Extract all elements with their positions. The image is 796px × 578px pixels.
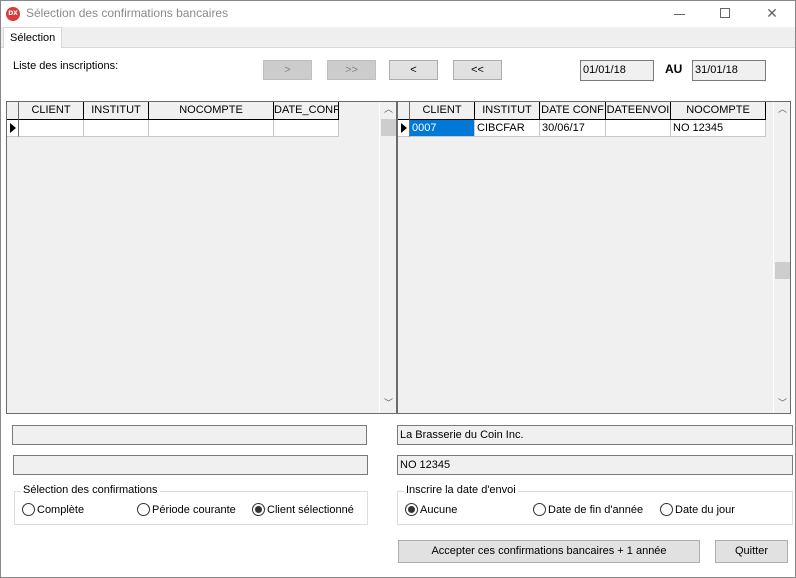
radio-button-icon[interactable] bbox=[533, 503, 546, 516]
client-name-field[interactable]: La Brasserie du Coin Inc. bbox=[397, 425, 793, 445]
confirmations-grid[interactable]: CLIENT INSTITUT DATE CONF DATEENVOI NOCO… bbox=[397, 101, 791, 414]
radio-year-end-date[interactable]: Date de fin d'année bbox=[533, 503, 643, 516]
row-indicator bbox=[7, 120, 19, 137]
column-header[interactable]: NOCOMPTE bbox=[671, 102, 766, 120]
radio-button-icon[interactable] bbox=[252, 503, 265, 516]
table-cell[interactable] bbox=[19, 120, 84, 137]
scroll-up-icon[interactable]: ︿ bbox=[774, 102, 791, 119]
column-header[interactable]: DATE_CONF bbox=[274, 102, 339, 120]
grid-header-row: CLIENT INSTITUT DATE CONF DATEENVOI NOCO… bbox=[398, 102, 766, 120]
quit-button[interactable]: Quitter bbox=[715, 540, 788, 563]
table-cell[interactable] bbox=[149, 120, 274, 137]
app-icon: DX bbox=[6, 7, 20, 21]
radio-current-period[interactable]: Période courante bbox=[137, 503, 236, 516]
table-row[interactable] bbox=[7, 120, 339, 137]
table-cell[interactable] bbox=[84, 120, 149, 137]
radio-button-icon[interactable] bbox=[137, 503, 150, 516]
close-icon: ✕ bbox=[766, 6, 778, 22]
inscriptions-grid[interactable]: CLIENT INSTITUT NOCOMPTE DATE_CONF ︿ ﹀ bbox=[6, 101, 397, 414]
radio-label: Date du jour bbox=[675, 503, 735, 516]
grid-header-row: CLIENT INSTITUT NOCOMPTE DATE_CONF bbox=[7, 102, 339, 120]
date-separator-label: AU bbox=[665, 62, 683, 76]
maximize-button[interactable] bbox=[703, 1, 749, 27]
account-number-field[interactable]: NO 12345 bbox=[397, 455, 793, 475]
title-bar[interactable]: DX Sélection des confirmations bancaires… bbox=[1, 1, 795, 27]
send-date-groupbox: Inscrire la date d'envoi Aucune Date de … bbox=[397, 484, 793, 525]
radio-complete[interactable]: Complète bbox=[22, 503, 84, 516]
radio-label: Client sélectionné bbox=[267, 503, 354, 516]
tab-selection[interactable]: Sélection bbox=[3, 27, 63, 48]
scroll-thumb[interactable] bbox=[381, 119, 396, 136]
radio-button-icon[interactable] bbox=[660, 503, 673, 516]
row-indicator bbox=[398, 120, 410, 137]
groupbox-title: Inscrire la date d'envoi bbox=[404, 484, 518, 496]
column-header[interactable]: INSTITUT bbox=[475, 102, 540, 120]
previous-button[interactable]: < bbox=[389, 60, 438, 80]
row-indicator-header bbox=[398, 102, 410, 120]
accept-button[interactable]: Accepter ces confirmations bancaires + 1… bbox=[398, 540, 700, 563]
row-indicator-header bbox=[7, 102, 19, 120]
column-header[interactable]: CLIENT bbox=[19, 102, 84, 120]
column-header[interactable]: DATE CONF bbox=[540, 102, 606, 120]
radio-button-icon[interactable] bbox=[22, 503, 35, 516]
list-label: Liste des inscriptions: bbox=[13, 60, 119, 72]
column-header[interactable]: NOCOMPTE bbox=[149, 102, 274, 120]
date-from-field[interactable]: 01/01/18 bbox=[580, 60, 654, 81]
column-header[interactable]: INSTITUT bbox=[84, 102, 149, 120]
table-cell[interactable]: NO 12345 bbox=[671, 120, 766, 137]
maximize-icon bbox=[720, 8, 730, 18]
table-cell[interactable] bbox=[606, 120, 671, 137]
column-header[interactable]: DATEENVOI bbox=[606, 102, 671, 120]
minimize-button[interactable] bbox=[657, 1, 703, 27]
date-to-field[interactable]: 31/01/18 bbox=[692, 60, 766, 81]
left-info-field-2[interactable] bbox=[13, 455, 368, 475]
left-info-field-1[interactable] bbox=[12, 425, 367, 445]
current-row-icon bbox=[401, 123, 407, 133]
table-cell[interactable] bbox=[274, 120, 339, 137]
scroll-down-icon[interactable]: ﹀ bbox=[774, 396, 791, 413]
next-all-button[interactable]: >> bbox=[327, 60, 376, 80]
tab-content: Liste des inscriptions: > >> < << 01/01/… bbox=[1, 48, 795, 577]
window-title: Sélection des confirmations bancaires bbox=[26, 6, 229, 20]
scroll-down-icon[interactable]: ﹀ bbox=[380, 396, 397, 413]
table-cell[interactable]: CIBCFAR bbox=[475, 120, 540, 137]
selection-groupbox: Sélection des confirmations Complète Pér… bbox=[14, 484, 368, 525]
radio-today-date[interactable]: Date du jour bbox=[660, 503, 735, 516]
groupbox-title: Sélection des confirmations bbox=[21, 484, 160, 496]
main-window: DX Sélection des confirmations bancaires… bbox=[0, 0, 796, 578]
radio-label: Complète bbox=[37, 503, 85, 516]
close-button[interactable]: ✕ bbox=[749, 1, 795, 27]
table-cell[interactable]: 30/06/17 bbox=[540, 120, 606, 137]
radio-label: Période courante bbox=[152, 503, 236, 516]
table-cell-selected[interactable]: 0007 bbox=[410, 120, 475, 137]
vertical-scrollbar[interactable]: ︿ ﹀ bbox=[773, 102, 790, 413]
minimize-icon bbox=[674, 14, 685, 15]
scroll-up-icon[interactable]: ︿ bbox=[380, 102, 397, 119]
radio-label: Aucune bbox=[420, 503, 458, 516]
radio-none[interactable]: Aucune bbox=[405, 503, 457, 516]
radio-button-icon[interactable] bbox=[405, 503, 418, 516]
radio-label: Date de fin d'année bbox=[548, 503, 644, 516]
tab-strip: Sélection bbox=[1, 27, 795, 48]
previous-all-button[interactable]: << bbox=[453, 60, 502, 80]
radio-selected-client[interactable]: Client sélectionné bbox=[252, 503, 354, 516]
table-row[interactable]: 0007 CIBCFAR 30/06/17 NO 12345 bbox=[398, 120, 766, 137]
current-row-icon bbox=[10, 123, 16, 133]
vertical-scrollbar[interactable]: ︿ ﹀ bbox=[379, 102, 396, 413]
scroll-thumb[interactable] bbox=[775, 262, 790, 279]
column-header[interactable]: CLIENT bbox=[410, 102, 475, 120]
next-button[interactable]: > bbox=[263, 60, 312, 80]
